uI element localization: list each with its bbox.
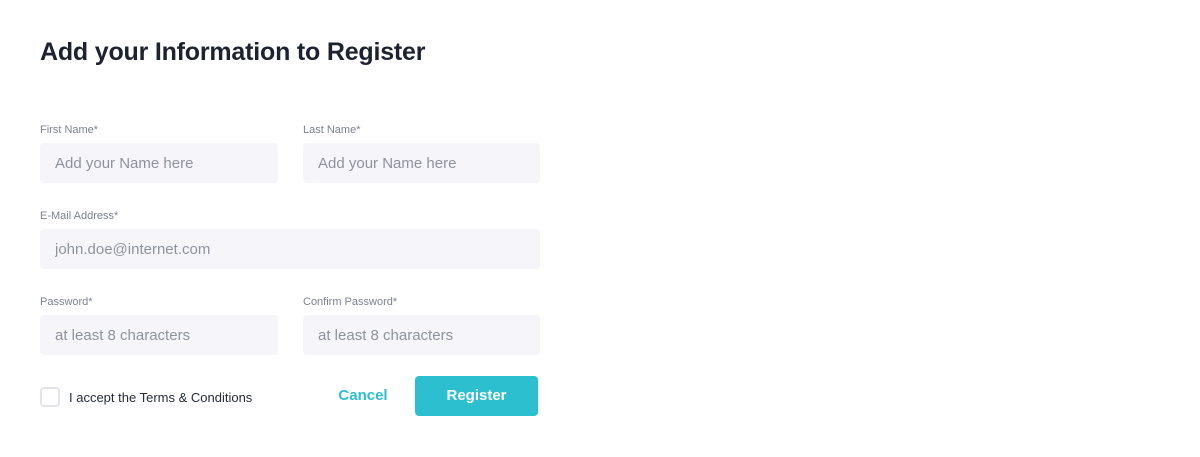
confirm-password-field: Confirm Password* bbox=[303, 295, 540, 355]
confirm-password-input[interactable] bbox=[303, 315, 540, 355]
terms-label[interactable]: I accept the Terms & Conditions bbox=[69, 390, 252, 405]
first-name-field: First Name* bbox=[40, 123, 278, 183]
terms-checkbox[interactable] bbox=[40, 387, 60, 407]
register-button[interactable]: Register bbox=[415, 376, 538, 416]
first-name-label: First Name* bbox=[40, 124, 99, 136]
password-label: Password* bbox=[40, 296, 93, 308]
email-input[interactable] bbox=[40, 229, 540, 269]
last-name-label: Last Name* bbox=[303, 124, 361, 136]
cancel-button[interactable]: Cancel bbox=[325, 376, 401, 416]
confirm-password-label: Confirm Password* bbox=[303, 296, 398, 308]
first-name-input[interactable] bbox=[40, 143, 278, 183]
email-label: E-Mail Address* bbox=[40, 210, 119, 222]
last-name-field: Last Name* bbox=[303, 123, 540, 183]
last-name-input[interactable] bbox=[303, 143, 540, 183]
password-field: Password* bbox=[40, 295, 278, 355]
password-input[interactable] bbox=[40, 315, 278, 355]
email-field: E-Mail Address* bbox=[40, 209, 540, 269]
terms-row[interactable]: I accept the Terms & Conditions bbox=[40, 385, 252, 409]
page-title: Add your Information to Register bbox=[40, 38, 426, 66]
